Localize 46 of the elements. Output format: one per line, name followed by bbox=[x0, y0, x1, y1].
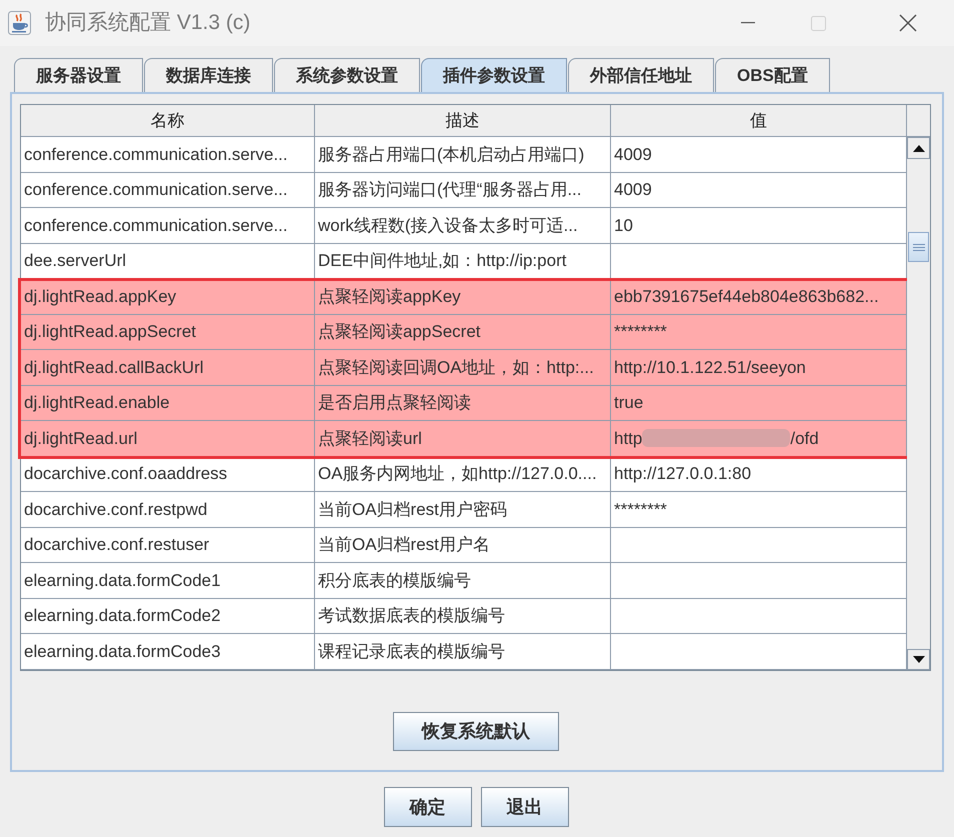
table-cell: dj.lightRead.url bbox=[21, 421, 315, 456]
tab[interactable]: 数据库连接 bbox=[144, 58, 273, 92]
scroll-up-button[interactable] bbox=[907, 137, 930, 159]
minimize-icon bbox=[741, 22, 755, 24]
scrollbar-thumb[interactable] bbox=[908, 232, 929, 262]
table-row[interactable]: docarchive.conf.oaaddress OA服务内网地址，如http://127.0.0.... http://127.0.0.1:80 bbox=[21, 456, 907, 492]
tab[interactable]: OBS配置 bbox=[715, 58, 830, 92]
tab[interactable]: 外部信任地址 bbox=[568, 58, 714, 92]
up-triangle-icon bbox=[912, 144, 924, 152]
maximize-icon bbox=[810, 16, 826, 30]
close-icon bbox=[899, 14, 917, 32]
dialog-button[interactable]: 确定 bbox=[384, 787, 472, 827]
app-icon bbox=[8, 11, 31, 35]
table-cell: elearning.data.formCode3 bbox=[21, 634, 315, 670]
dialog-button[interactable]: 退出 bbox=[480, 787, 568, 827]
table-row[interactable]: elearning.data.formCode3 课程记录底表的模版编号 bbox=[21, 634, 907, 670]
table-row[interactable]: conference.communication.serve... work线程数(接入设备太多时可适... 10 bbox=[21, 208, 907, 244]
table-row[interactable]: docarchive.conf.restuser 当前OA归档rest用户名 bbox=[21, 528, 907, 563]
restore-defaults-button[interactable]: 恢复系统默认 bbox=[393, 712, 559, 750]
grip-icon bbox=[912, 244, 924, 250]
cell-text: /ofd bbox=[790, 428, 819, 450]
table-row[interactable]: dj.lightRead.appSecret 点聚轻阅读appSecret ******** bbox=[21, 314, 907, 350]
scroll-down-button[interactable] bbox=[907, 648, 930, 670]
table-cell: dee.serverUrl bbox=[21, 244, 315, 279]
table-row[interactable]: dj.lightRead.enable 是否启用点聚轻阅读 true bbox=[21, 386, 907, 421]
table-row[interactable]: dj.lightRead.url 点聚轻阅读url http /ofd bbox=[21, 421, 907, 456]
table-row[interactable]: dj.lightRead.appKey 点聚轻阅读appKey ebb7391675ef44eb804e863b682... bbox=[21, 279, 907, 314]
table-row[interactable]: elearning.data.formCode2 考试数据底表的模版编号 bbox=[21, 598, 907, 634]
table-row[interactable]: elearning.data.formCode1 积分底表的模版编号 bbox=[21, 563, 907, 598]
table-cell: DEE中间件地址,如：http://ip:port bbox=[315, 244, 611, 279]
table-row[interactable]: dee.serverUrl DEE中间件地址,如：http://ip:port bbox=[21, 244, 907, 279]
table-cell: 点聚轻阅读url bbox=[315, 421, 611, 456]
cell-text: http bbox=[614, 428, 642, 450]
table-row[interactable]: conference.communication.serve... 服务器访问端口(代理“服务器占用... 4009 bbox=[21, 172, 907, 208]
tab[interactable]: 插件参数设置 bbox=[421, 58, 567, 92]
table-row[interactable]: conference.communication.serve... 服务器占用端口(本机启动占用端口) 4009 bbox=[21, 137, 907, 172]
tab[interactable]: 系统参数设置 bbox=[274, 58, 420, 92]
table-row[interactable]: dj.lightRead.callBackUrl 点聚轻阅读回调OA地址，如：http:... http://10.1.122.51/seeyon bbox=[21, 350, 907, 386]
down-triangle-icon bbox=[912, 656, 924, 662]
column-header[interactable]: 描述 bbox=[315, 105, 611, 137]
column-header[interactable]: 名称 bbox=[21, 105, 315, 137]
table-cell: 课程记录底表的模版编号 bbox=[315, 634, 611, 670]
window-title: 协同系统配置 V1.3 (c) bbox=[45, 10, 250, 36]
tab[interactable]: 服务器设置 bbox=[14, 58, 143, 92]
table-row[interactable]: docarchive.conf.restpwd 当前OA归档rest用户密码 ******** bbox=[21, 492, 907, 528]
column-header[interactable]: 值 bbox=[611, 105, 907, 137]
